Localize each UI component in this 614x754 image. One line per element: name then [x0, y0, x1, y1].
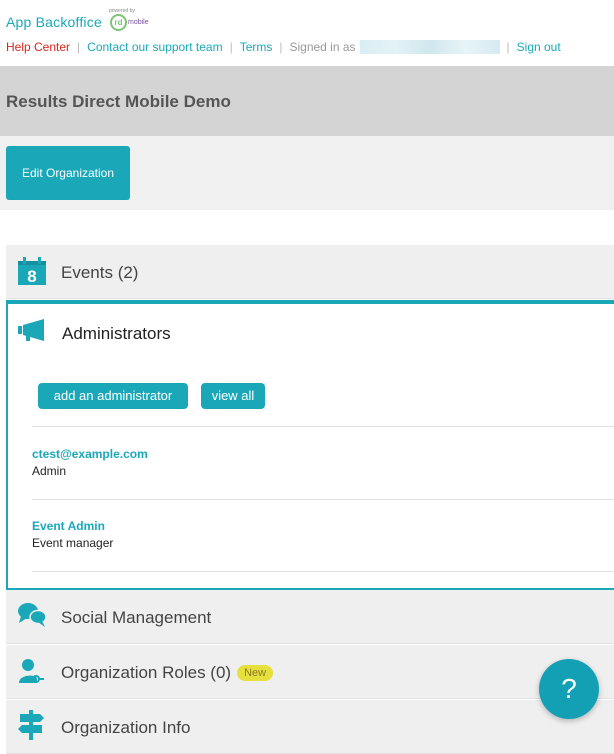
admin-role: Admin: [32, 464, 67, 478]
organization-toolbar: Edit Organization: [0, 136, 614, 210]
help-center-link[interactable]: Help Center: [6, 40, 70, 54]
contact-support-link[interactable]: Contact our support team: [87, 40, 222, 54]
chat-bubbles-icon: [18, 603, 47, 627]
add-administrator-button[interactable]: add an administrator: [38, 383, 188, 409]
calendar-icon: 8: [18, 257, 46, 286]
organization-header: Results Direct Mobile Demo: [0, 66, 614, 136]
signed-in-label: Signed in as: [289, 40, 356, 54]
megaphone-icon: [18, 319, 44, 341]
organization-roles-section[interactable]: Organization Roles (0) New: [6, 645, 614, 699]
social-management-section[interactable]: Social Management: [6, 590, 614, 644]
divider: |: [229, 40, 233, 54]
organization-info-label: Organization Info: [61, 718, 191, 737]
redacted-username: [359, 40, 500, 54]
sign-out-link[interactable]: Sign out: [517, 40, 561, 54]
organization-roles-title: Organization Roles (0) New: [61, 663, 274, 683]
social-management-label: Social Management: [61, 608, 212, 627]
user-key-icon: [19, 659, 44, 683]
organization-info-section[interactable]: Organization Info: [6, 700, 614, 754]
divider: |: [77, 40, 81, 54]
organization-roles-label: Organization Roles (0): [61, 663, 232, 682]
terms-link[interactable]: Terms: [240, 40, 273, 54]
page-title: Results Direct Mobile Demo: [6, 92, 231, 111]
admin-role: Event manager: [32, 536, 114, 550]
administrators-label: Administrators: [62, 324, 171, 343]
divider: |: [279, 40, 283, 54]
admin-list-item: Event Admin Event manager: [32, 499, 614, 571]
list-divider: [32, 571, 614, 572]
logo-mobile-text: mobile: [128, 19, 149, 26]
new-badge: New: [237, 665, 274, 681]
help-chat-button[interactable]: ?: [539, 659, 599, 719]
admin-list-item: ctest@example.com Admin: [32, 426, 614, 499]
top-header: App Backoffice powered by rd mobile Help…: [0, 0, 614, 66]
admin-name-link[interactable]: Event Admin: [32, 519, 105, 533]
edit-organization-button[interactable]: Edit Organization: [6, 146, 130, 200]
events-label: Events (2): [61, 263, 139, 282]
view-all-button[interactable]: view all: [201, 383, 265, 409]
divider: |: [506, 40, 510, 54]
administrators-section: Administrators add an administrator view…: [6, 300, 614, 590]
calendar-day-text: 8: [27, 267, 36, 286]
logo-powered-text: powered by: [109, 8, 135, 14]
admin-email-link[interactable]: ctest@example.com: [32, 447, 148, 461]
logo-rd-mark: rd: [110, 14, 127, 31]
signpost-icon: [18, 710, 44, 740]
brand-title[interactable]: App Backoffice: [6, 14, 102, 30]
rd-mobile-logo: powered by rd mobile: [109, 8, 157, 34]
header-links: Help Center | Contact our support team | Ter…: [6, 40, 561, 54]
events-section[interactable]: 8 Events (2): [6, 245, 614, 299]
